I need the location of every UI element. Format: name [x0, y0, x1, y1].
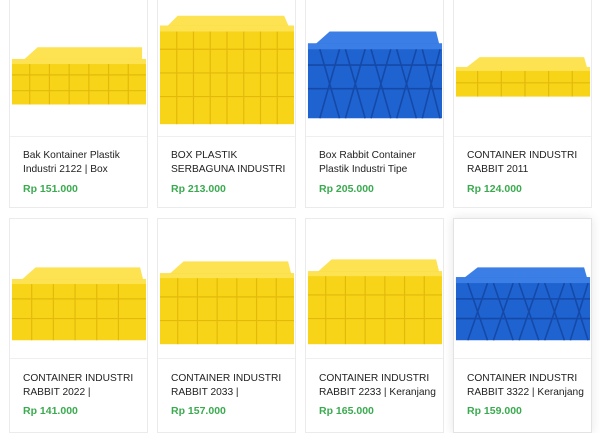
product-price: Rp 157.000 — [171, 405, 226, 417]
product-title[interactable]: BOX PLASTIK SERBAGUNA INDUSTRI — [171, 149, 289, 177]
product-image[interactable] — [454, 0, 591, 137]
product-title[interactable]: CONTAINER INDUSTRI RABBIT 2011 — [467, 149, 585, 177]
product-card[interactable]: CONTAINER INDUSTRI RABBIT 2022 | Rp 141.… — [9, 218, 148, 433]
product-title[interactable]: CONTAINER INDUSTRI RABBIT 3322 | Keranja… — [467, 372, 585, 400]
product-image[interactable] — [306, 0, 443, 137]
product-title[interactable]: CONTAINER INDUSTRI RABBIT 2233 | Keranja… — [319, 372, 437, 400]
product-card[interactable]: CONTAINER INDUSTRI RABBIT 2233 | Keranja… — [305, 218, 444, 433]
product-card[interactable]: Box Rabbit Container Plastik Industri Ti… — [305, 0, 444, 208]
crate-image — [11, 46, 147, 104]
product-price: Rp 159.000 — [467, 405, 522, 417]
product-price: Rp 124.000 — [467, 183, 522, 195]
product-price: Rp 213.000 — [171, 183, 226, 195]
product-price: Rp 151.000 — [23, 183, 78, 195]
product-card[interactable]: CONTAINER INDUSTRI RABBIT 2033 | Rp 157.… — [157, 218, 296, 433]
product-card[interactable]: CONTAINER INDUSTRI RABBIT 3322 | Keranja… — [453, 218, 592, 433]
product-image[interactable] — [158, 219, 295, 359]
crate-image — [11, 266, 147, 340]
product-image[interactable] — [306, 219, 443, 359]
crate-image — [455, 266, 591, 341]
product-title[interactable]: CONTAINER INDUSTRI RABBIT 2022 | — [23, 372, 141, 400]
product-price: Rp 165.000 — [319, 405, 374, 417]
product-card[interactable]: CONTAINER INDUSTRI RABBIT 2011 Rp 124.00… — [453, 0, 592, 208]
product-image[interactable] — [158, 0, 295, 137]
tray-image — [455, 56, 591, 97]
product-title[interactable]: CONTAINER INDUSTRI RABBIT 2033 | — [171, 372, 289, 400]
product-title[interactable]: Box Rabbit Container Plastik Industri Ti… — [319, 149, 437, 177]
product-image[interactable] — [454, 219, 591, 359]
product-price: Rp 141.000 — [23, 405, 78, 417]
crate-image — [159, 260, 295, 344]
crate-image — [307, 258, 443, 344]
product-title[interactable]: Bak Kontainer Plastik Industri 2122 | Bo… — [23, 149, 141, 177]
product-card[interactable]: Bak Kontainer Plastik Industri 2122 | Bo… — [9, 0, 148, 208]
product-card[interactable]: BOX PLASTIK SERBAGUNA INDUSTRI Rp 213.00… — [157, 0, 296, 208]
product-image[interactable] — [10, 0, 147, 137]
product-image[interactable] — [10, 219, 147, 359]
crate-image — [159, 15, 295, 124]
crate-image — [307, 31, 443, 118]
product-price: Rp 205.000 — [319, 183, 374, 195]
